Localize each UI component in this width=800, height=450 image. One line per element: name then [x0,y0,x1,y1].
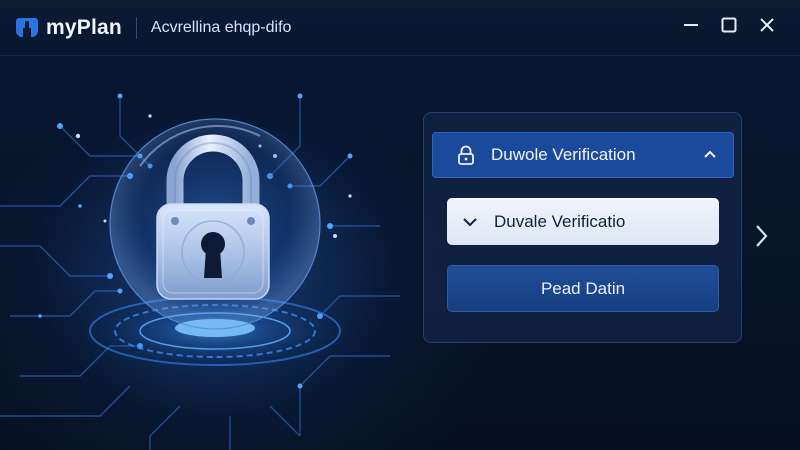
chevron-down-icon [463,217,477,226]
close-icon [760,18,774,32]
close-button[interactable] [748,6,786,44]
maximize-button[interactable] [710,6,748,44]
verification-accordion-header[interactable]: Duwole Verification [432,132,734,178]
title-bar: myPlan Acvrellina ehqp-difo [0,0,800,56]
lock-icon [458,145,474,165]
next-button[interactable] [748,219,774,253]
title-separator [135,16,137,39]
minimize-icon [684,24,698,26]
window-subtitle: Acvrellina ehqp-difo [150,18,292,36]
dropdown-value: Duvale Verificatio [494,211,626,231]
brand: myPlan [14,15,122,41]
window-controls [672,0,786,50]
chevron-right-icon [756,225,768,247]
minimize-button[interactable] [672,6,710,44]
verification-dropdown[interactable]: Duvale Verificatio [447,198,719,245]
chevron-up-icon [704,150,716,158]
hero-area: Duwole Verification Duvale Verificatio P… [0,56,800,450]
app-name: myPlan [46,15,122,39]
accordion-label: Duwole Verification [491,145,636,164]
maximize-icon [721,17,737,33]
verification-panel: Duwole Verification Duvale Verificatio P… [423,112,742,343]
primary-action-button[interactable]: Pead Datin [447,265,719,312]
app-logo-icon [16,17,38,37]
